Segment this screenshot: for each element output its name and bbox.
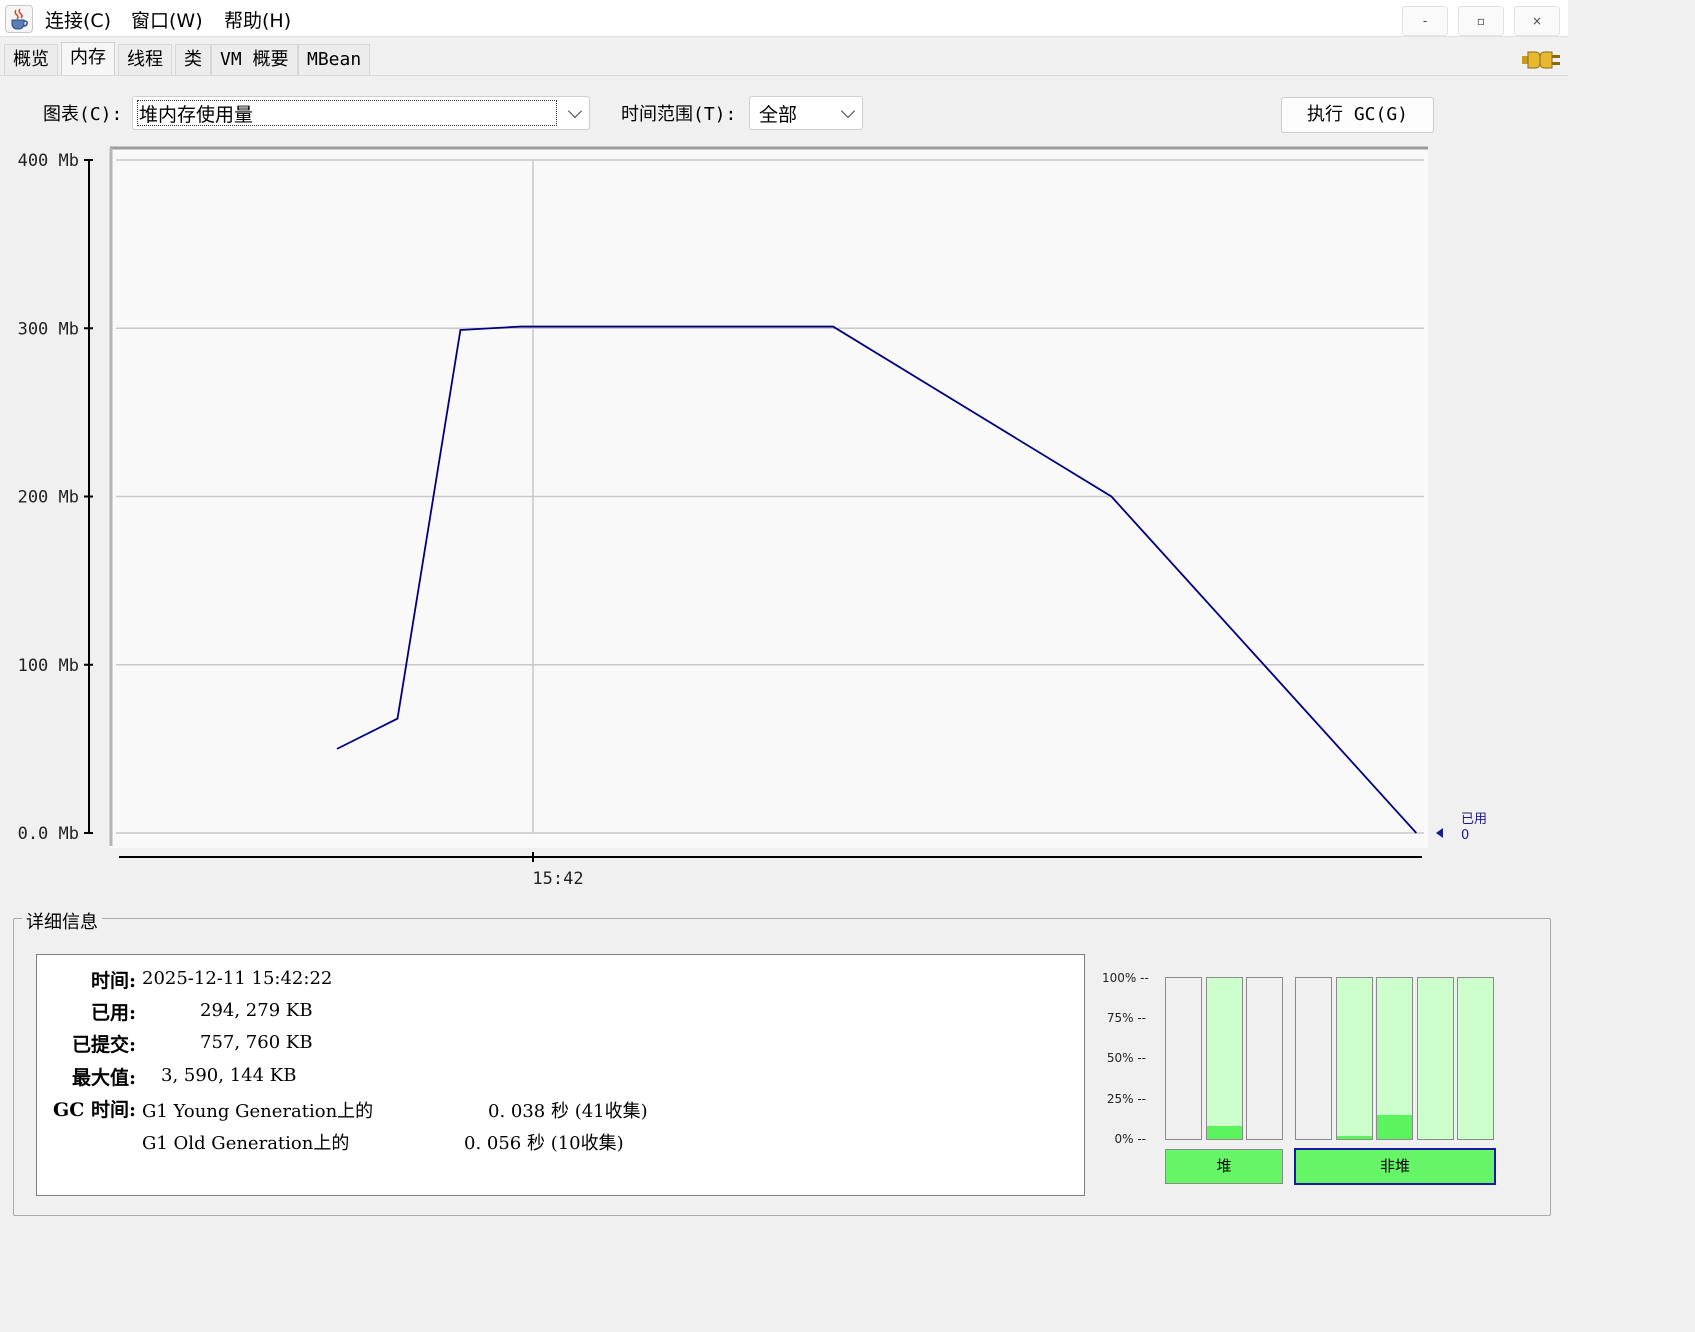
java-coffee-icon xyxy=(5,5,33,33)
restore-button[interactable]: ▫ xyxy=(1458,6,1504,36)
nonheap-pool-bar[interactable] xyxy=(1295,977,1332,1140)
pct-tick: 75% -- xyxy=(1106,1011,1146,1025)
heap-pool-bar[interactable] xyxy=(1206,977,1243,1140)
nonheap-pool-bar[interactable] xyxy=(1417,977,1454,1140)
y-tick-label: 0.0 Mb xyxy=(18,824,79,844)
tab-divider xyxy=(0,75,1568,76)
chart-select[interactable]: 堆内存使用量 xyxy=(132,96,590,130)
nonheap-pool-bar[interactable] xyxy=(1336,977,1373,1140)
details-title: 详细信息 xyxy=(22,908,102,934)
chart-select-value: 堆内存使用量 xyxy=(139,104,254,126)
pct-tick: 100% -- xyxy=(1102,971,1149,985)
gc-time-label: GC 时间: xyxy=(53,1099,136,1121)
gc-old-name: G1 Old Generation上的 xyxy=(142,1133,350,1154)
range-label: 时间范围(T): xyxy=(621,104,737,125)
range-select[interactable]: 全部 xyxy=(749,96,863,130)
y-tick-label: 300 Mb xyxy=(18,319,79,339)
pool-used-fill xyxy=(1207,1126,1242,1139)
nonheap-button[interactable]: 非堆 xyxy=(1294,1148,1496,1185)
memory-chart: 400 Mb 300 Mb 200 Mb 100 Mb 0.0 Mb 15:42 已用0 xyxy=(18,146,1487,889)
tab-classes[interactable]: 类 xyxy=(175,44,211,75)
tab-mbean[interactable]: MBean xyxy=(298,44,371,75)
legend-label: 已用 xyxy=(1461,812,1487,827)
used-label: 已用: xyxy=(90,1002,136,1024)
chart-label: 图表(C): xyxy=(43,104,123,125)
perform-gc-button[interactable]: 执行 GC(G) xyxy=(1281,97,1434,133)
minimize-button[interactable]: - xyxy=(1402,6,1448,36)
menu-connect[interactable]: 连接(C) xyxy=(45,6,111,33)
y-tick-label: 100 Mb xyxy=(18,656,79,676)
time-value: 2025-12-11 15:42:22 xyxy=(142,968,333,989)
pool-used-fill xyxy=(1377,1114,1412,1139)
tab-threads[interactable]: 线程 xyxy=(118,44,172,75)
used-value: 294, 279 KB xyxy=(200,1000,313,1021)
committed-value: 757, 760 KB xyxy=(200,1032,313,1053)
legend-marker-icon xyxy=(1436,828,1443,838)
tab-overview[interactable]: 概览 xyxy=(4,44,58,75)
gc-young-time: 0. 038 秒 (41收集) xyxy=(488,1101,648,1122)
heap-pool-bar[interactable] xyxy=(1246,977,1283,1140)
menu-window[interactable]: 窗口(W) xyxy=(131,6,203,33)
heap-button[interactable]: 堆 xyxy=(1165,1149,1283,1184)
time-label: 时间: xyxy=(90,970,136,992)
chevron-down-icon xyxy=(567,103,583,119)
gc-old-time: 0. 056 秒 (10收集) xyxy=(464,1133,624,1154)
max-value: 3, 590, 144 KB xyxy=(161,1065,297,1086)
nonheap-pool-bar[interactable] xyxy=(1376,977,1413,1140)
plot-area xyxy=(110,148,1428,848)
committed-label: 已提交: xyxy=(71,1034,136,1056)
chevron-down-icon xyxy=(840,103,856,119)
x-tick-label: 15:42 xyxy=(532,869,583,889)
pct-tick: 25% -- xyxy=(1106,1092,1146,1106)
y-tick-label: 200 Mb xyxy=(18,488,79,508)
pct-tick: 50% -- xyxy=(1106,1051,1146,1065)
gc-young-name: G1 Young Generation上的 xyxy=(142,1101,374,1122)
heap-pool-bar[interactable] xyxy=(1165,977,1202,1140)
close-button[interactable]: × xyxy=(1514,6,1560,36)
tab-vm-summary[interactable]: VM 概要 xyxy=(211,44,298,75)
max-label: 最大值: xyxy=(71,1067,136,1089)
pct-tick: 0% -- xyxy=(1114,1132,1146,1146)
connection-plug-icon[interactable] xyxy=(1520,46,1562,74)
tab-memory[interactable]: 内存 xyxy=(61,42,115,76)
nonheap-pool-bar[interactable] xyxy=(1457,977,1494,1140)
range-select-value: 全部 xyxy=(759,104,798,126)
menu-help[interactable]: 帮助(H) xyxy=(224,6,291,33)
pool-used-fill xyxy=(1337,1135,1372,1139)
y-tick-label: 400 Mb xyxy=(18,151,79,171)
legend-value: 0 xyxy=(1461,828,1469,843)
